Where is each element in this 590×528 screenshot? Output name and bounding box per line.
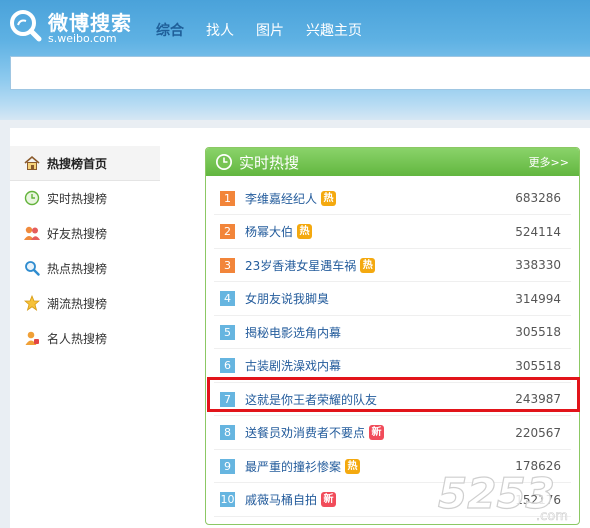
search-logo-icon [10,10,42,42]
panel-header: 实时热搜 更多>> [206,148,579,176]
search-count: 524114 [515,224,561,239]
logo-domain: s.weibo.com [48,32,117,45]
more-link[interactable]: 更多>> [529,154,569,170]
search-input[interactable] [11,57,590,89]
search-count: 338330 [515,258,561,272]
sidebar-item-trend[interactable]: 潮流热搜榜 [10,286,160,320]
hot-list-item[interactable]: 3 23岁香港女星遇车祸热 338330 [214,249,571,282]
site-watermark: 5253 .com [437,468,568,524]
search-box [10,56,590,90]
nav-tab-images[interactable]: 图片 [256,20,284,40]
search-count: 220567 [515,425,561,440]
hot-topic-link[interactable]: 李维嘉经纪人 [245,190,317,207]
rank-number: 3 [220,257,235,273]
hot-topic-link[interactable]: 这就是你王者荣耀的队友 [245,391,377,408]
hot-topic-link[interactable]: 最严重的撞衫惨案 [245,458,341,475]
sidebar-item-celebrity[interactable]: 名人热搜榜 [10,321,160,355]
nav-tab-interest[interactable]: 兴趣主页 [306,20,362,40]
hot-topic-link[interactable]: 揭秘电影选角内幕 [245,324,341,341]
search-count: 683286 [515,191,561,205]
hot-topic-link[interactable]: 古装剧洗澡戏内幕 [245,357,341,374]
magnifier-icon [23,259,41,277]
hot-topic-link[interactable]: 戚薇马桶自拍 [245,491,317,508]
panel-title: 实时热搜 [239,153,300,172]
hot-topic-link[interactable]: 送餐员劝消费者不要点 [245,424,365,441]
sidebar-item-label: 实时热搜榜 [47,191,108,206]
sidebar-item-label: 潮流热搜榜 [47,296,108,311]
clock-icon [216,154,232,170]
sidebar-item-label: 名人热搜榜 [47,331,108,346]
rank-number: 7 [220,391,235,407]
hot-topic-link[interactable]: 杨幂大伯 [245,223,293,240]
sidebar: 热搜榜首页 实时热搜榜 好友热搜榜 热点热搜榜 潮流热搜榜 名人热搜榜 [10,128,161,528]
sidebar-item-home[interactable]: 热搜榜首页 [10,146,161,180]
new-badge: 新 [321,492,337,507]
sidebar-item-label: 好友热搜榜 [47,226,108,241]
hot-list-item[interactable]: 1 李维嘉经纪人热 683286 [214,182,571,215]
nav-tab-people[interactable]: 找人 [206,20,234,40]
star-icon [23,294,41,312]
search-count: 305518 [515,325,561,339]
hot-list-item[interactable]: 7 这就是你王者荣耀的队友 243987 [214,383,571,416]
hot-list-item[interactable]: 2 杨幂大伯热 524114 [214,216,571,249]
search-count: 243987 [515,392,561,406]
hot-badge: 热 [360,257,376,273]
new-badge: 新 [369,425,385,440]
hot-badge: 热 [345,458,361,474]
nav-tab-all[interactable]: 综合 [156,20,184,40]
sidebar-item-friends[interactable]: 好友热搜榜 [10,216,160,250]
weibo-search-logo[interactable]: 微博搜索 s.weibo.com [8,6,158,46]
hot-list-item[interactable]: 8 送餐员劝消费者不要点新 220567 [214,417,571,450]
sidebar-item-realtime[interactable]: 实时热搜榜 [10,181,160,215]
rank-number: 5 [220,324,235,340]
sidebar-item-hotspot[interactable]: 热点热搜榜 [10,251,160,285]
hot-list-item[interactable]: 5 揭秘电影选角内幕 305518 [214,316,571,349]
celebrity-icon [23,329,41,347]
rank-number: 9 [220,458,235,474]
rank-number: 4 [220,291,235,306]
rank-number: 2 [220,224,235,239]
rank-number: 1 [220,190,235,206]
svg-text:.com: .com [536,509,568,524]
search-nav: 综合 找人 图片 兴趣主页 [156,20,384,40]
hot-badge: 热 [321,190,337,206]
home-icon [23,154,41,172]
rank-number: 10 [220,492,235,507]
rank-number: 8 [220,425,235,440]
friends-icon [23,224,41,242]
hot-list-item[interactable]: 6 古装剧洗澡戏内幕 305518 [214,350,571,383]
hot-topic-link[interactable]: 女朋友说我脚臭 [245,290,329,307]
hot-badge: 热 [297,224,313,239]
hot-list-item[interactable]: 4 女朋友说我脚臭 314994 [214,283,571,316]
sidebar-item-label: 热点热搜榜 [47,261,108,276]
header-bar: 微博搜索 s.weibo.com 综合 找人 图片 兴趣主页 [0,0,590,120]
hot-topic-link[interactable]: 23岁香港女星遇车祸 [245,257,356,274]
search-count: 314994 [515,291,561,306]
clock-icon [23,189,41,207]
search-count: 305518 [515,358,561,373]
sidebar-item-label: 热搜榜首页 [47,156,108,171]
rank-number: 6 [220,358,235,373]
